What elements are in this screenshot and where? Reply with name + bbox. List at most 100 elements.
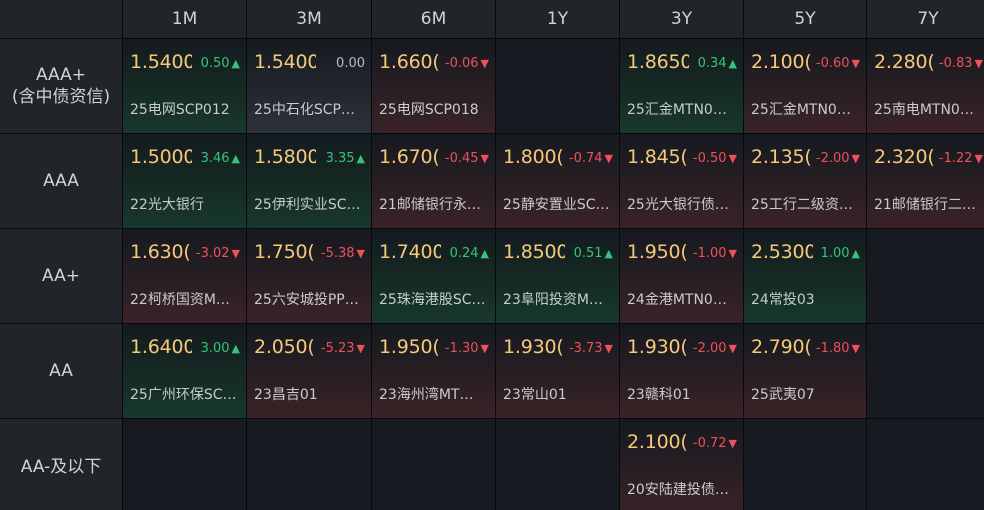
quote-cell[interactable]: 2.100(-0.60 ▼ 25汇金MTN0…: [744, 39, 866, 133]
quote-cell[interactable]: 1.950(-1.00 ▼ 24金港MTN0…: [620, 229, 743, 323]
triangle-up-icon: ▲: [231, 57, 240, 70]
quote-cell[interactable]: 1.660(-0.06 ▼ 25电网SCP018: [372, 39, 495, 133]
triangle-up-icon: ▲: [231, 342, 240, 355]
column-header-1m[interactable]: 1M: [123, 0, 246, 38]
column-header-5y[interactable]: 5Y: [744, 0, 866, 38]
triangle-down-icon: ▼: [356, 342, 365, 355]
bond-name: 23赣科01: [627, 387, 691, 403]
bond-name: 25中石化SCP…: [254, 102, 355, 118]
bond-name: 24常投03: [751, 292, 815, 308]
empty-cell: [372, 419, 495, 510]
bond-name: 25汇金MTN0…: [627, 102, 727, 118]
triangle-down-icon: ▼: [851, 57, 860, 70]
bond-name: 25武夷07: [751, 387, 815, 403]
triangle-up-icon: ▲: [604, 247, 613, 260]
change-value: 3.35 ▲: [326, 151, 365, 166]
bond-name: 25六安城投PP…: [254, 292, 359, 308]
quote-cell[interactable]: 2.135(-2.00 ▼ 25工行二级资…: [744, 134, 866, 228]
yield-value: 2.100(: [751, 51, 812, 73]
change-value: -5.38 ▼: [321, 246, 365, 261]
change-value: -1.22 ▼: [939, 151, 983, 166]
quote-cell[interactable]: 1.5000 3.46 ▲ 22光大银行: [123, 134, 246, 228]
row-label-line: AAA+: [35, 65, 87, 85]
yield-value: 1.8650: [627, 51, 689, 73]
quote-cell[interactable]: 1.7400 0.24 ▲ 25珠海港股SC…: [372, 229, 495, 323]
change-number: -1.80: [815, 341, 850, 356]
yield-value: 1.930(: [503, 336, 564, 358]
quote-cell[interactable]: 1.950(-1.30 ▼ 23海州湾MT…: [372, 324, 495, 418]
yield-matrix: 1M 3M 6M 1Y 3Y 5Y 7Y AAA+ (含中债资信) 1.5400 0.50 ▲ 25电网…: [0, 0, 984, 510]
empty-cell: [744, 419, 866, 510]
change-number: -5.38: [320, 246, 355, 261]
quote-cell[interactable]: 1.630(-3.02 ▼ 22柯桥国资M…: [123, 229, 246, 323]
row-label: AAA: [0, 134, 122, 228]
empty-cell: [496, 419, 619, 510]
change-value: 0.00: [336, 56, 365, 71]
change-value: -1.80 ▼: [816, 341, 860, 356]
quote-cell[interactable]: 2.280(-0.83 ▼ 25南电MTN0…: [867, 39, 984, 133]
triangle-up-icon: ▲: [728, 57, 737, 70]
change-number: -1.30: [444, 341, 479, 356]
quote-cell[interactable]: 1.5400 0.50 ▲ 25电网SCP012: [123, 39, 246, 133]
quote-cell[interactable]: 1.845(-0.50 ▼ 25光大银行债…: [620, 134, 743, 228]
yield-value: 1.950(: [379, 336, 440, 358]
column-header-1y[interactable]: 1Y: [496, 0, 619, 38]
change-value: -3.02 ▼: [196, 246, 240, 261]
quote-cell[interactable]: 2.320( -1.22 ▼ 21邮储银行二…: [867, 134, 984, 228]
empty-cell: [247, 419, 371, 510]
triangle-up-icon: ▲: [851, 247, 860, 260]
change-value: 0.51 ▲: [574, 246, 613, 261]
quote-cell[interactable]: 1.800(-0.74 ▼ 25静安置业SC…: [496, 134, 619, 228]
yield-value: 1.630(: [130, 241, 191, 263]
yield-value: 2.320(: [874, 146, 935, 168]
quote-cell[interactable]: 2.790(-1.80 ▼ 25武夷07: [744, 324, 866, 418]
column-header-6m[interactable]: 6M: [372, 0, 495, 38]
change-number: -0.60: [815, 56, 850, 71]
quote-cell[interactable]: 2.5300 1.00 ▲ 24常投03: [744, 229, 866, 323]
quote-cell[interactable]: 1.5400 0.00 25中石化SCP…: [247, 39, 371, 133]
change-number: -1.22: [938, 151, 973, 166]
quote-cell[interactable]: 1.6400 3.00 ▲ 25广州环保SC…: [123, 324, 246, 418]
yield-value: 2.050(: [254, 336, 315, 358]
triangle-down-icon: ▼: [480, 57, 489, 70]
triangle-down-icon: ▼: [851, 152, 860, 165]
column-header-3m[interactable]: 3M: [247, 0, 371, 38]
column-header-7y[interactable]: 7Y: [867, 0, 984, 38]
yield-value: 1.660(: [379, 51, 440, 73]
change-number: 0.51: [573, 246, 603, 261]
change-value: -0.06 ▼: [445, 56, 489, 71]
change-value: 1.00 ▲: [821, 246, 860, 261]
empty-cell: [123, 419, 246, 510]
quote-cell[interactable]: 1.670(-0.45 ▼ 21邮储银行永…: [372, 134, 495, 228]
quote-cell[interactable]: 1.8650 0.34 ▲ 25汇金MTN0…: [620, 39, 743, 133]
quote-cell[interactable]: 2.050(-5.23 ▼ 23昌吉01: [247, 324, 371, 418]
yield-value: 1.950(: [627, 241, 688, 263]
yield-value: 1.7400: [379, 241, 441, 263]
yield-value: 1.5000: [130, 146, 192, 168]
triangle-down-icon: ▼: [728, 247, 737, 260]
bond-name: 25广州环保SC…: [130, 387, 237, 403]
change-number: 0.00: [336, 56, 365, 71]
quote-cell[interactable]: 1.930(-3.73 ▼ 23常山01: [496, 324, 619, 418]
empty-cell: [867, 419, 984, 510]
change-number: -3.73: [568, 341, 603, 356]
column-header-3y[interactable]: 3Y: [620, 0, 743, 38]
change-value: -3.73 ▼: [569, 341, 613, 356]
change-number: 1.00: [820, 246, 850, 261]
yield-value: 1.6400: [130, 336, 192, 358]
quote-cell[interactable]: 1.8500 0.51 ▲ 23阜阳投资M…: [496, 229, 619, 323]
quote-cell[interactable]: 1.750(-5.38 ▼ 25六安城投PP…: [247, 229, 371, 323]
row-label: AA-及以下: [0, 419, 122, 510]
quote-cell[interactable]: 1.5800 3.35 ▲ 25伊利实业SC…: [247, 134, 371, 228]
change-number: 3.00: [200, 341, 230, 356]
bond-name: 25汇金MTN0…: [751, 102, 851, 118]
yield-value: 2.100(: [627, 431, 688, 453]
triangle-down-icon: ▼: [728, 342, 737, 355]
bond-name: 23昌吉01: [254, 387, 318, 403]
quote-cell[interactable]: 1.930(-2.00 ▼ 23赣科01: [620, 324, 743, 418]
quote-cell[interactable]: 2.100(-0.72 ▼ 20安陆建投债…: [620, 419, 743, 510]
change-value: -1.30 ▼: [445, 341, 489, 356]
bond-name: 21邮储银行二…: [874, 197, 976, 213]
yield-value: 2.280(: [874, 51, 935, 73]
empty-cell: [867, 324, 984, 418]
